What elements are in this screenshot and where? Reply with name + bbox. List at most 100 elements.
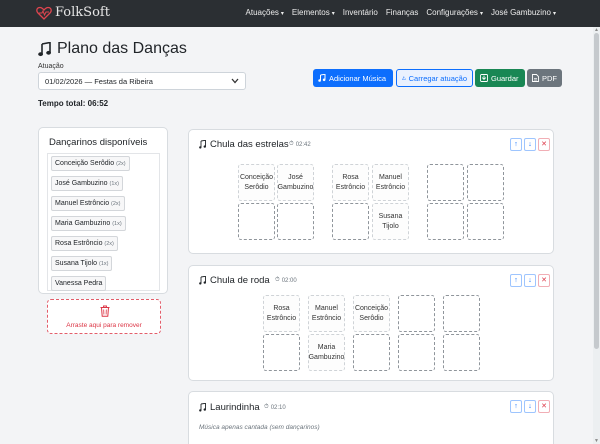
dancer-count: (1x) xyxy=(98,261,109,267)
nav-item-label: Atuações xyxy=(245,8,279,17)
stopwatch-icon: ⏱ xyxy=(289,141,294,147)
dancer-slot[interactable]: Manuel Estrôncio xyxy=(372,164,409,201)
dancer-name: Maria Gambuzino xyxy=(55,220,111,227)
dancer-chip[interactable]: José Gambuzino (1x) xyxy=(51,176,123,191)
delete-dance-button[interactable]: ✕ xyxy=(538,138,550,151)
dance-title: Chula das estrelas xyxy=(199,139,289,150)
nav-item-inventario[interactable]: Inventário xyxy=(343,8,378,17)
delete-dance-button[interactable]: ✕ xyxy=(538,274,550,287)
dance-duration: ⏱ 02:42 xyxy=(289,141,311,148)
dancer-chip[interactable]: Vanessa Pedra xyxy=(51,276,107,291)
dancer-slot[interactable] xyxy=(238,203,275,240)
move-down-button[interactable]: ↓ xyxy=(524,138,536,151)
dancer-slot[interactable]: Maria Gambuzino xyxy=(308,334,345,371)
dancer-slot[interactable]: Manuel Estrôncio xyxy=(308,295,345,332)
scroll-down-icon[interactable]: ▼ xyxy=(594,438,599,444)
dancer-slot[interactable] xyxy=(353,334,390,371)
move-up-button[interactable]: ↑ xyxy=(510,274,522,287)
save-button[interactable]: Guardar xyxy=(475,69,525,87)
performance-label: Atuação xyxy=(38,63,64,70)
save-label: Guardar xyxy=(491,73,519,83)
dancer-list: Conceição Serôdio (2x) José Gambuzino (1… xyxy=(47,153,160,291)
pdf-button[interactable]: PDF xyxy=(527,69,562,87)
caret-down-icon: ▾ xyxy=(280,11,284,17)
load-performance-button[interactable]: Carregar atuação xyxy=(396,69,473,87)
duration-value: 02:10 xyxy=(270,404,286,411)
dancer-slot[interactable] xyxy=(263,334,300,371)
nav-item-atuacoes[interactable]: Atuações ▾ xyxy=(246,8,284,17)
performance-select[interactable]: 01/02/2026 — Festas da Ribeira xyxy=(38,72,246,90)
dancer-slot[interactable] xyxy=(332,203,369,240)
dancer-slot[interactable] xyxy=(443,295,480,332)
dancer-chip[interactable]: Maria Gambuzino (1x) xyxy=(51,216,126,231)
nav-item-label: Configurações xyxy=(426,8,478,17)
nav-item-configuracoes[interactable]: Configurações ▾ xyxy=(426,8,483,17)
page-scrollbar[interactable]: ▲ ▼ xyxy=(593,27,600,444)
dancer-slot[interactable]: Rosa Estrôncio xyxy=(263,295,300,332)
dancer-count: (1x) xyxy=(109,181,119,187)
dancer-slot[interactable] xyxy=(427,164,464,201)
dancer-slot[interactable] xyxy=(467,203,504,240)
move-up-button[interactable]: ↑ xyxy=(510,400,522,413)
dancer-slot[interactable]: Conceição Serôdio xyxy=(238,164,275,201)
add-music-button[interactable]: Adicionar Música xyxy=(313,69,393,87)
music-note-icon xyxy=(318,74,326,82)
dance-name: Chula de roda xyxy=(210,275,270,286)
dancer-chip[interactable]: Conceição Serôdio (2x) xyxy=(51,156,130,171)
pdf-label: PDF xyxy=(542,73,557,83)
dancer-slot[interactable]: Conceição Serôdio xyxy=(353,295,390,332)
nav-item-label: Inventário xyxy=(342,8,378,17)
total-time: Tempo total: 06:52 xyxy=(38,99,109,108)
remove-drop-zone[interactable]: Arraste aqui para remover xyxy=(47,299,161,334)
music-note-icon xyxy=(199,403,206,412)
dancer-slot[interactable] xyxy=(398,334,435,371)
music-note-icon xyxy=(38,41,51,56)
dancer-chip[interactable]: Susana Tijolo (1x) xyxy=(51,256,113,271)
trash-icon xyxy=(100,305,110,317)
dancer-chip[interactable]: Rosa Estrôncio (2x) xyxy=(51,236,118,251)
dancer-slot[interactable] xyxy=(427,203,464,240)
add-music-label: Adicionar Música xyxy=(329,73,387,83)
dancer-slot[interactable]: José Gambuzino xyxy=(277,164,314,201)
dancer-slot[interactable] xyxy=(398,295,435,332)
top-navbar: FolkSoft Atuações ▾ Elementos ▾ Inventário… xyxy=(0,0,600,27)
dance-card: Laurindinha ⏱ 02:10 ↑ ↓ ✕ Música apenas c… xyxy=(188,391,554,444)
page-title-text: Plano das Danças xyxy=(57,40,187,57)
dance-card: Chula de roda ⏱ 02:00 ↑ ↓ ✕ Rosa Estrônci… xyxy=(188,265,554,381)
caret-down-icon: ▾ xyxy=(552,11,556,17)
dance-name: Chula das estrelas xyxy=(210,139,289,150)
dance-duration: ⏱ 02:10 xyxy=(264,404,286,411)
dancer-slot[interactable] xyxy=(443,334,480,371)
dancer-slot[interactable] xyxy=(277,203,314,240)
duration-value: 02:42 xyxy=(295,141,311,148)
move-down-button[interactable]: ↓ xyxy=(524,400,536,413)
nav-menu: Atuações ▾ Elementos ▾ Inventário Finanças… xyxy=(246,8,556,17)
dancer-slot[interactable]: Susana Tijolo xyxy=(372,203,409,240)
music-note-icon xyxy=(199,140,206,149)
nav-item-elementos[interactable]: Elementos ▾ xyxy=(292,8,335,17)
dancer-name: Vanessa Pedra xyxy=(55,280,103,287)
dancer-count: (2x) xyxy=(104,241,114,247)
dancer-name: Conceição Serôdio xyxy=(55,160,115,167)
dancer-chip[interactable]: Manuel Estrôncio (2x) xyxy=(51,196,125,211)
scrollbar-thumb[interactable] xyxy=(594,33,599,349)
brand[interactable]: FolkSoft xyxy=(36,5,110,20)
stopwatch-icon: ⏱ xyxy=(275,277,280,283)
move-down-button[interactable]: ↓ xyxy=(524,274,536,287)
move-up-button[interactable]: ↑ xyxy=(510,138,522,151)
delete-dance-button[interactable]: ✕ xyxy=(538,400,550,413)
dancer-slot[interactable]: Rosa Estrôncio xyxy=(332,164,369,201)
page-title: Plano das Danças xyxy=(38,40,187,58)
dancer-name: Rosa Estrôncio xyxy=(55,240,103,247)
dancer-slot[interactable] xyxy=(467,164,504,201)
dancer-name: Manuel Estrôncio xyxy=(55,200,110,207)
dance-title: Chula de roda xyxy=(199,275,270,286)
sung-only-note: Música apenas cantada (sem dançarinos) xyxy=(199,424,320,431)
upload-icon xyxy=(402,76,406,80)
nav-item-label: José Gambuzino xyxy=(490,8,551,17)
dance-title: Laurindinha xyxy=(199,402,260,413)
nav-item-user[interactable]: José Gambuzino ▾ xyxy=(491,8,556,17)
nav-item-financas[interactable]: Finanças xyxy=(386,8,418,17)
dancer-count: (1x) xyxy=(112,221,122,227)
remove-zone-label: Arraste aqui para remover xyxy=(66,322,142,329)
